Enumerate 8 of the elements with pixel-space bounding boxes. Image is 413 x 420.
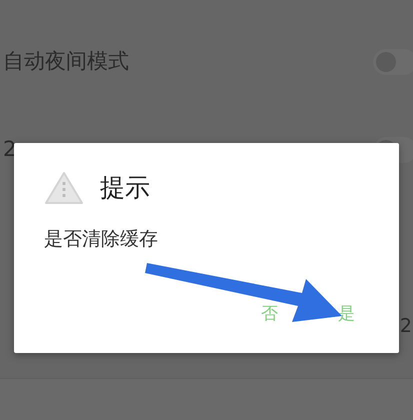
dialog-button[interactable]: 是 — [338, 302, 355, 327]
dialog-message: 是否清除缓存 — [44, 226, 159, 252]
dialog-button[interactable]: 否 — [261, 302, 278, 327]
dialog-title: 提示 — [100, 172, 150, 204]
setting-label: 2 — [3, 136, 16, 164]
setting-label: 自动夜间模式 — [3, 48, 129, 76]
setting-value: 2 — [400, 314, 412, 339]
warning-icon — [44, 170, 84, 205]
